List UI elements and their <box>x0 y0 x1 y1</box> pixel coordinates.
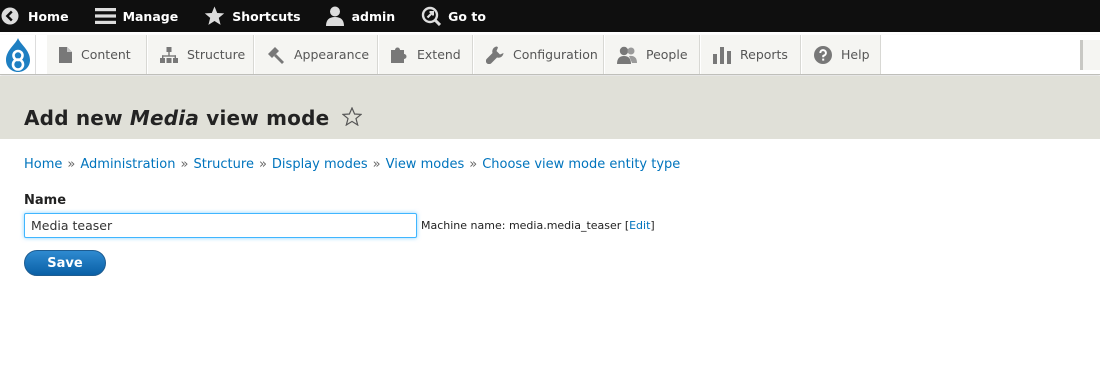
toolbar-user-label: admin <box>351 8 396 24</box>
bar-chart-icon <box>713 46 731 64</box>
drupal-logo[interactable] <box>0 35 36 74</box>
breadcrumb-choose-entity-type-link[interactable]: Choose view mode entity type <box>482 157 680 172</box>
tray-item-label: Help <box>841 47 870 62</box>
tray-item-content[interactable]: Content <box>46 35 147 74</box>
drupal-drop-icon <box>5 37 30 72</box>
breadcrumb-separator: » <box>372 157 381 172</box>
name-input[interactable] <box>24 213 417 238</box>
breadcrumb-home-link[interactable]: Home <box>24 157 62 172</box>
breadcrumb-display-modes-link[interactable]: Display modes <box>272 157 368 172</box>
toolbar-user-tab[interactable]: admin <box>325 0 396 32</box>
wrench-icon <box>486 46 504 64</box>
tray-item-label: Reports <box>740 47 788 62</box>
breadcrumb-view-modes-link[interactable]: View modes <box>386 157 465 172</box>
structure-icon <box>160 46 178 63</box>
tray-item-label: People <box>646 47 688 62</box>
tray-item-appearance[interactable]: Appearance <box>254 35 378 74</box>
toolbar-home-link[interactable]: Home <box>0 0 69 32</box>
tray-item-label: Extend <box>417 47 461 62</box>
toolbar-goto-label: Go to <box>448 8 486 24</box>
toolbar-manage-label: Manage <box>122 8 179 24</box>
page-title: Add new Media view mode <box>24 106 330 130</box>
star-icon <box>205 6 225 25</box>
tray-item-structure[interactable]: Structure <box>147 35 254 74</box>
appearance-icon <box>268 46 284 64</box>
machine-name-text: Machine name: media.media_teaser [Edit] <box>421 219 655 232</box>
tray-item-extend[interactable]: Extend <box>378 35 473 74</box>
toolbar-goto-tab[interactable]: Go to <box>421 0 486 32</box>
breadcrumb-separator: » <box>258 157 267 172</box>
name-field-label: Name <box>24 193 67 208</box>
machine-name-bracket: ] <box>650 219 655 232</box>
user-icon <box>325 6 344 26</box>
chevron-left-circle-icon <box>1 7 19 25</box>
save-button[interactable]: Save <box>24 250 106 276</box>
admin-toolbar: Home Manage Shortcuts admin Go to <box>0 0 1100 32</box>
breadcrumb-separator: » <box>180 157 189 172</box>
people-icon <box>617 46 637 64</box>
toolbar-shortcuts-label: Shortcuts <box>232 8 301 24</box>
breadcrumb-administration-link[interactable]: Administration <box>80 157 175 172</box>
toolbar-manage-tab[interactable]: Manage <box>94 0 179 32</box>
tray-item-label: Appearance <box>294 47 370 62</box>
tray-item-label: Configuration <box>513 47 598 62</box>
tray-item-people[interactable]: People <box>604 35 700 74</box>
admin-tray-menu: Content Structure Appearance Extend Conf… <box>0 35 1100 75</box>
tray-item-label: Content <box>81 47 131 62</box>
shortcut-star-icon[interactable] <box>342 107 362 126</box>
tray-menu-items: Content Structure Appearance Extend Conf… <box>46 35 881 74</box>
help-icon <box>814 45 832 64</box>
breadcrumb-separator: » <box>469 157 478 172</box>
content-icon <box>59 46 72 63</box>
tray-orientation-toggle[interactable] <box>1080 40 1100 70</box>
tray-item-reports[interactable]: Reports <box>700 35 801 74</box>
breadcrumb-separator: » <box>67 157 76 172</box>
toolbar-shortcuts-tab[interactable]: Shortcuts <box>204 0 301 32</box>
goto-icon <box>421 6 442 26</box>
machine-name-value: Machine name: media.media_teaser <box>421 219 622 232</box>
machine-name-edit-link[interactable]: Edit <box>629 219 650 232</box>
toolbar-home-label: Home <box>28 8 69 24</box>
extend-icon <box>391 47 407 63</box>
tray-item-configuration[interactable]: Configuration <box>473 35 604 74</box>
breadcrumb-structure-link[interactable]: Structure <box>193 157 253 172</box>
breadcrumb: Home » Administration » Structure » Display mo… <box>24 157 680 172</box>
page-header: Add new Media view mode <box>0 76 1100 139</box>
tray-item-help[interactable]: Help <box>801 35 881 74</box>
tray-item-label: Structure <box>187 47 246 62</box>
hamburger-icon <box>94 8 116 24</box>
